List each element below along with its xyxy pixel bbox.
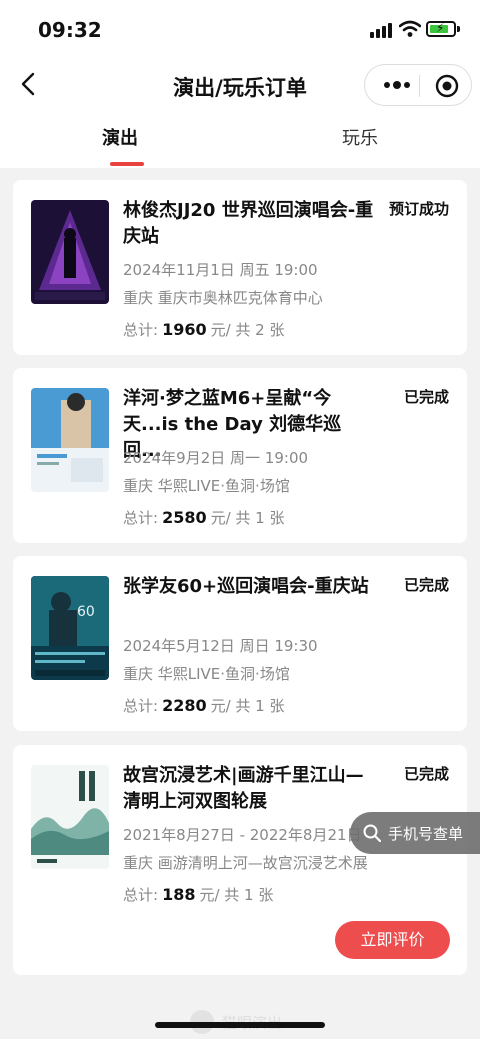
order-datetime: 2024年11月1日 周五 19:00 [123, 261, 318, 279]
svg-text:60: 60 [77, 604, 95, 620]
total-prefix: 总计: [123, 509, 159, 527]
total-amount: 2580 [162, 508, 207, 527]
order-total: 总计: 188 元/ 共 1 张 [123, 884, 273, 905]
top-section: 09:32 ⚡ 演出/玩乐订单 演出 玩乐 [0, 0, 480, 168]
phone-lookup-button[interactable]: 手机号查单 [350, 812, 480, 854]
review-button[interactable]: 立即评价 [335, 921, 450, 959]
order-total: 总计: 2280 元/ 共 1 张 [123, 695, 285, 716]
total-prefix: 总计: [123, 697, 159, 715]
total-suffix: 元/ 共 2 张 [210, 321, 285, 339]
order-datetime: 2021年8月27日 - 2022年8月21日 [123, 826, 362, 844]
order-card[interactable]: 林俊杰JJ20 世界巡回演唱会-重庆站 预订成功 2024年11月1日 周五 1… [13, 180, 467, 355]
signal-icon [370, 22, 394, 38]
order-status: 已完成 [403, 765, 449, 783]
total-suffix: 元/ 共 1 张 [210, 697, 285, 715]
order-total: 总计: 2580 元/ 共 1 张 [123, 507, 285, 528]
more-icon[interactable] [379, 73, 415, 97]
order-title: 故宫沉浸艺术|画游千里江山—清明上河双图轮展 [123, 765, 364, 812]
search-icon [363, 824, 382, 843]
total-amount: 1960 [162, 320, 207, 339]
total-suffix: 元/ 共 1 张 [199, 886, 274, 904]
order-venue: 重庆 华熙LIVE·鱼洞·场馆 [123, 665, 290, 683]
order-card[interactable]: 故宫沉浸艺术|画游千里江山—清明上河双图轮展 已完成 2021年8月27日 - … [13, 745, 467, 975]
order-datetime: 2024年5月12日 周日 19:30 [123, 637, 318, 655]
order-status: 已完成 [403, 576, 449, 594]
total-prefix: 总计: [123, 886, 159, 904]
order-status: 已完成 [403, 388, 449, 406]
nav-bar: 演出/玩乐订单 [0, 62, 480, 108]
order-venue: 重庆 重庆市奥林匹克体育中心 [123, 289, 323, 307]
wifi-icon [399, 20, 421, 37]
order-title: 张学友60+巡回演唱会-重庆站 [123, 576, 369, 597]
poster-image: 60 [31, 576, 109, 680]
poster-image [31, 388, 109, 492]
home-indicator [155, 1022, 325, 1028]
order-title: 林俊杰JJ20 世界巡回演唱会-重庆站 [123, 200, 374, 247]
order-status: 预订成功 [388, 200, 449, 218]
close-target-icon[interactable] [435, 74, 459, 98]
order-card[interactable]: 60 张学友60+巡回演唱会-重庆站 已完成 2024年5月12日 周日 19:… [13, 556, 467, 731]
total-suffix: 元/ 共 1 张 [210, 509, 285, 527]
tab-bar: 演出 玩乐 [0, 124, 480, 168]
tab-leisure[interactable]: 玩乐 [300, 124, 420, 150]
mini-program-capsule [364, 64, 472, 106]
tab-active-indicator [110, 162, 144, 166]
poster-image [31, 200, 109, 304]
tab-shows[interactable]: 演出 [60, 124, 180, 150]
status-bar: 09:32 ⚡ [0, 0, 480, 56]
status-time: 09:32 [38, 18, 102, 42]
capsule-divider [419, 75, 420, 97]
total-amount: 188 [162, 885, 196, 904]
poster-image [31, 765, 109, 869]
total-amount: 2280 [162, 696, 207, 715]
battery-icon: ⚡ [426, 21, 460, 37]
order-total: 总计: 1960 元/ 共 2 张 [123, 319, 285, 340]
order-card[interactable]: 洋河·梦之蓝M6+呈献“今天...is the Day 刘德华巡回... 已完成… [13, 368, 467, 543]
total-prefix: 总计: [123, 321, 159, 339]
order-venue: 重庆 画游清明上河—故宫沉浸艺术展 [123, 854, 368, 872]
phone-lookup-label: 手机号查单 [388, 825, 464, 843]
order-venue: 重庆 华熙LIVE·鱼洞·场馆 [123, 477, 290, 495]
order-datetime: 2024年9月2日 周一 19:00 [123, 449, 309, 467]
